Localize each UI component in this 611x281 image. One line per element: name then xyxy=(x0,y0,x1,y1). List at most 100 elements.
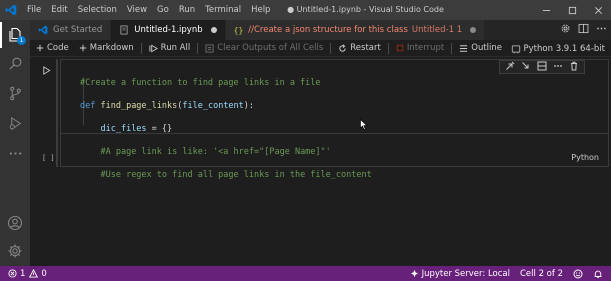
unsaved-dot-icon[interactable] xyxy=(210,27,217,33)
code-comment: #A page link is like: '<a href="[Page Na… xyxy=(100,146,331,157)
feedback-icon[interactable] xyxy=(573,269,583,279)
jupyter-icon xyxy=(410,269,419,278)
split-editor-icon[interactable] xyxy=(578,23,589,37)
menu-terminal[interactable]: Terminal xyxy=(200,0,246,20)
tab-bar: Get Started Untitled-1.ipynb {} //Create… xyxy=(30,20,611,40)
tab-label: Untitled-1.ipynb xyxy=(134,25,203,35)
notebook-toolbar: Code Markdown Run All Clear Outputs of A… xyxy=(30,40,611,57)
warnings-value: 0 xyxy=(41,268,47,279)
settings-icon[interactable] xyxy=(0,238,30,264)
menu-go[interactable]: Go xyxy=(152,0,174,20)
menu-edit[interactable]: Edit xyxy=(46,0,72,20)
code-punct: ): xyxy=(243,100,255,111)
warning-icon xyxy=(29,269,39,278)
menu-help[interactable]: Help xyxy=(246,0,275,20)
menu-selection[interactable]: Selection xyxy=(73,0,122,20)
run-all-icon xyxy=(149,44,158,53)
cell-position[interactable]: Cell 2 of 2 xyxy=(520,269,563,279)
toolbar-separator xyxy=(451,42,453,54)
outline-button[interactable]: Outline xyxy=(454,43,507,53)
run-below-icon[interactable] xyxy=(521,61,531,74)
menu-run[interactable]: Run xyxy=(174,0,200,20)
tab-get-started[interactable]: Get Started xyxy=(30,20,112,40)
run-all-label: Run All xyxy=(160,43,191,53)
more-icon[interactable] xyxy=(0,140,30,166)
menu-file[interactable]: File xyxy=(22,0,46,20)
code-editor-content[interactable]: #Create a function to find page links in… xyxy=(80,66,372,193)
minimize-button[interactable] xyxy=(533,0,559,20)
markdown-button-label: Markdown xyxy=(89,43,134,53)
explorer-badge: 1 xyxy=(17,36,26,45)
editor-actions xyxy=(560,20,607,40)
plus-icon xyxy=(79,44,87,52)
warnings-count: 0 xyxy=(29,268,47,279)
code-variable: dic_files xyxy=(100,123,147,134)
status-bar: 1 0 Jupyter Server: Local Cell 2 of 2 xyxy=(0,266,611,281)
add-code-cell-button[interactable]: Code xyxy=(30,43,74,53)
code-comment: #Create a function to find page links in… xyxy=(80,77,321,88)
vscode-logo-icon xyxy=(0,0,22,20)
notifications-bell-icon[interactable] xyxy=(593,269,603,279)
run-cell-button[interactable] xyxy=(40,64,52,76)
tab-sublabel: Untitled-1 1 xyxy=(411,25,463,35)
code-line-5: #Use regex to find all page links in the… xyxy=(80,170,371,182)
vscode-logo-icon xyxy=(38,25,48,35)
toolbar-separator xyxy=(387,42,389,54)
more-actions-icon[interactable] xyxy=(596,23,607,37)
search-icon[interactable] xyxy=(0,50,30,76)
kernel-picker[interactable]: Python 3.9.1 64-bit xyxy=(511,40,605,57)
code-line-1: #Create a function to find page links in… xyxy=(80,78,372,90)
outline-label: Outline xyxy=(471,43,503,53)
clear-all-icon xyxy=(205,43,214,53)
delete-cell-icon[interactable] xyxy=(569,61,579,74)
plus-icon xyxy=(36,44,44,52)
status-problems[interactable]: 1 0 xyxy=(0,269,47,279)
window-controls xyxy=(533,0,611,20)
title-bar: File Edit Selection View Go Run Terminal… xyxy=(0,0,611,20)
code-param: file_content xyxy=(182,100,244,111)
braces-icon: {} xyxy=(233,25,244,35)
restart-button[interactable]: Restart xyxy=(333,43,386,53)
restart-icon xyxy=(338,43,347,53)
toolbar-separator xyxy=(140,42,142,54)
run-all-button[interactable]: Run All xyxy=(144,43,196,53)
stop-icon xyxy=(396,44,404,52)
unsaved-dot-icon[interactable] xyxy=(470,27,477,33)
more-cell-actions-icon[interactable] xyxy=(553,61,563,74)
tab-label: //Create a json structure for this class xyxy=(248,25,408,35)
tab-untitled-notebook[interactable]: Untitled-1.ipynb xyxy=(111,20,226,40)
split-cell-icon[interactable] xyxy=(537,61,547,74)
tab-label: Get Started xyxy=(53,25,103,35)
run-debug-icon[interactable] xyxy=(0,110,30,136)
cell-focus-indicator xyxy=(56,59,58,167)
run-above-icon[interactable] xyxy=(505,61,515,74)
source-control-icon[interactable] xyxy=(0,80,30,106)
menu-view[interactable]: View xyxy=(122,0,152,20)
jupyter-server-status[interactable]: Jupyter Server: Local xyxy=(410,269,510,279)
kernel-label: Python 3.9.1 64-bit xyxy=(523,43,605,54)
tab-json-structure[interactable]: {} //Create a json structure for this cl… xyxy=(225,20,486,40)
interrupt-button[interactable]: Interrupt xyxy=(391,43,449,53)
clear-outputs-label: Clear Outputs of All Cells xyxy=(217,43,324,53)
add-markdown-cell-button[interactable]: Markdown xyxy=(74,43,139,53)
code-function-name: find_page_links xyxy=(100,100,178,111)
jupyter-server-label: Jupyter Server: Local xyxy=(421,268,510,279)
code-line-4: #A page link is like: '<a href="[Page Na… xyxy=(80,147,372,159)
close-window-button[interactable] xyxy=(585,0,611,20)
notebook-icon xyxy=(119,25,129,35)
gear-icon[interactable] xyxy=(560,23,571,37)
cell-language-picker[interactable]: Python xyxy=(571,153,599,162)
explorer-icon[interactable]: 1 xyxy=(0,22,30,48)
activity-bar: 1 xyxy=(0,20,30,266)
maximize-button[interactable] xyxy=(559,0,585,20)
account-icon[interactable] xyxy=(0,210,30,236)
code-button-label: Code xyxy=(47,43,69,53)
mouse-cursor-icon xyxy=(360,118,368,133)
restart-label: Restart xyxy=(350,43,381,53)
code-line-3: dic_files = {} xyxy=(80,124,372,136)
execution-count: [ ] xyxy=(42,154,55,162)
toolbar-separator xyxy=(197,42,199,54)
status-right: Jupyter Server: Local Cell 2 of 2 xyxy=(410,266,603,281)
cell-toolbar xyxy=(499,60,585,74)
clear-outputs-button[interactable]: Clear Outputs of All Cells xyxy=(200,43,328,53)
